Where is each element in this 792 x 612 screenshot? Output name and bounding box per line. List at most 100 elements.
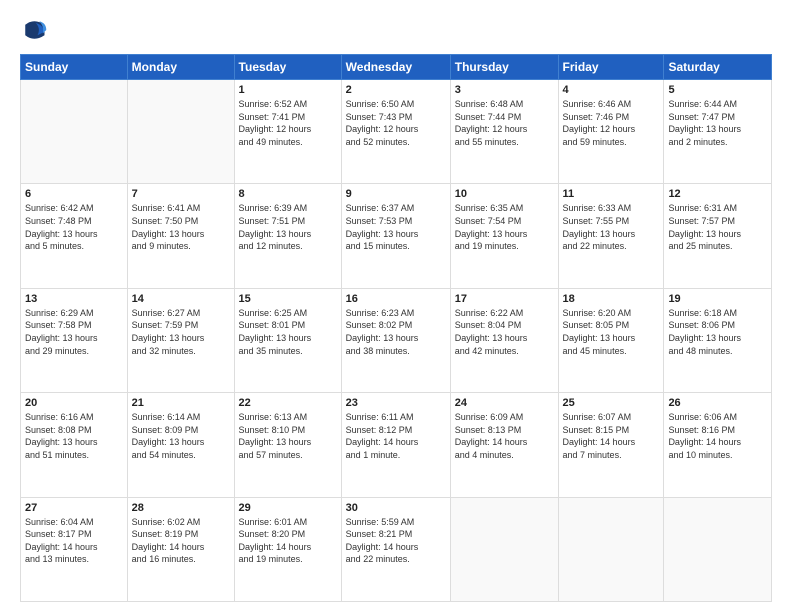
calendar-cell: 30 Sunrise: 5:59 AM Sunset: 8:21 PM Dayli… <box>341 497 450 601</box>
calendar-cell: 21 Sunrise: 6:14 AM Sunset: 8:09 PM Dayli… <box>127 393 234 497</box>
calendar-cell: 9 Sunrise: 6:37 AM Sunset: 7:53 PM Daylig… <box>341 184 450 288</box>
day-detail: Sunrise: 6:01 AM Sunset: 8:20 PM Dayligh… <box>239 516 337 566</box>
calendar-cell: 7 Sunrise: 6:41 AM Sunset: 7:50 PM Daylig… <box>127 184 234 288</box>
calendar-cell: 10 Sunrise: 6:35 AM Sunset: 7:54 PM Dayli… <box>450 184 558 288</box>
day-detail: Sunrise: 6:41 AM Sunset: 7:50 PM Dayligh… <box>132 202 230 252</box>
day-detail: Sunrise: 6:33 AM Sunset: 7:55 PM Dayligh… <box>563 202 660 252</box>
calendar-cell <box>664 497 772 601</box>
day-number: 24 <box>455 397 554 409</box>
day-number: 6 <box>25 188 123 200</box>
day-number: 19 <box>668 293 767 305</box>
day-detail: Sunrise: 6:20 AM Sunset: 8:05 PM Dayligh… <box>563 307 660 357</box>
calendar-cell: 26Sunrise: 6:06 AM Sunset: 8:16 PM Dayli… <box>664 393 772 497</box>
day-detail: Sunrise: 6:04 AM Sunset: 8:17 PM Dayligh… <box>25 516 123 566</box>
day-number: 25 <box>563 397 660 409</box>
calendar-cell: 14 Sunrise: 6:27 AM Sunset: 7:59 PM Dayli… <box>127 288 234 392</box>
day-detail: Sunrise: 6:23 AM Sunset: 8:02 PM Dayligh… <box>346 307 446 357</box>
day-number: 18 <box>563 293 660 305</box>
calendar-cell: 22 Sunrise: 6:13 AM Sunset: 8:10 PM Dayli… <box>234 393 341 497</box>
calendar-cell: 13 Sunrise: 6:29 AM Sunset: 7:58 PM Dayli… <box>21 288 128 392</box>
day-number: 10 <box>455 188 554 200</box>
day-number: 13 <box>25 293 123 305</box>
calendar-week-4: 20Sunrise: 6:16 AM Sunset: 8:08 PM Dayli… <box>21 393 772 497</box>
calendar-cell <box>450 497 558 601</box>
day-number: 15 <box>239 293 337 305</box>
calendar-cell: 12 Sunrise: 6:31 AM Sunset: 7:57 PM Dayli… <box>664 184 772 288</box>
calendar-cell: 25Sunrise: 6:07 AM Sunset: 8:15 PM Dayli… <box>558 393 664 497</box>
day-number: 21 <box>132 397 230 409</box>
day-number: 4 <box>563 84 660 96</box>
calendar-week-2: 6Sunrise: 6:42 AM Sunset: 7:48 PM Daylig… <box>21 184 772 288</box>
day-detail: Sunrise: 6:44 AM Sunset: 7:47 PM Dayligh… <box>668 98 767 148</box>
calendar-cell: 6Sunrise: 6:42 AM Sunset: 7:48 PM Daylig… <box>21 184 128 288</box>
calendar-week-5: 27 Sunrise: 6:04 AM Sunset: 8:17 PM Dayli… <box>21 497 772 601</box>
calendar-cell: 23 Sunrise: 6:11 AM Sunset: 8:12 PM Dayli… <box>341 393 450 497</box>
calendar-cell: 24 Sunrise: 6:09 AM Sunset: 8:13 PM Dayli… <box>450 393 558 497</box>
day-detail: Sunrise: 6:39 AM Sunset: 7:51 PM Dayligh… <box>239 202 337 252</box>
day-detail: Sunrise: 6:25 AM Sunset: 8:01 PM Dayligh… <box>239 307 337 357</box>
day-number: 23 <box>346 397 446 409</box>
weekday-header-tuesday: Tuesday <box>234 55 341 80</box>
day-detail: Sunrise: 6:27 AM Sunset: 7:59 PM Dayligh… <box>132 307 230 357</box>
calendar-cell: 20Sunrise: 6:16 AM Sunset: 8:08 PM Dayli… <box>21 393 128 497</box>
calendar-cell <box>21 80 128 184</box>
weekday-header-monday: Monday <box>127 55 234 80</box>
calendar-cell: 8Sunrise: 6:39 AM Sunset: 7:51 PM Daylig… <box>234 184 341 288</box>
day-detail: Sunrise: 6:50 AM Sunset: 7:43 PM Dayligh… <box>346 98 446 148</box>
calendar-cell: 17Sunrise: 6:22 AM Sunset: 8:04 PM Dayli… <box>450 288 558 392</box>
calendar-cell: 27 Sunrise: 6:04 AM Sunset: 8:17 PM Dayli… <box>21 497 128 601</box>
calendar-cell: 18 Sunrise: 6:20 AM Sunset: 8:05 PM Dayli… <box>558 288 664 392</box>
day-number: 22 <box>239 397 337 409</box>
day-number: 30 <box>346 502 446 514</box>
day-number: 5 <box>668 84 767 96</box>
day-detail: Sunrise: 6:31 AM Sunset: 7:57 PM Dayligh… <box>668 202 767 252</box>
day-number: 11 <box>563 188 660 200</box>
calendar-cell: 4Sunrise: 6:46 AM Sunset: 7:46 PM Daylig… <box>558 80 664 184</box>
day-number: 12 <box>668 188 767 200</box>
day-number: 20 <box>25 397 123 409</box>
weekday-header-saturday: Saturday <box>664 55 772 80</box>
weekday-header-friday: Friday <box>558 55 664 80</box>
calendar-cell: 16 Sunrise: 6:23 AM Sunset: 8:02 PM Dayli… <box>341 288 450 392</box>
calendar-week-3: 13 Sunrise: 6:29 AM Sunset: 7:58 PM Dayli… <box>21 288 772 392</box>
calendar-cell: 5 Sunrise: 6:44 AM Sunset: 7:47 PM Daylig… <box>664 80 772 184</box>
day-number: 9 <box>346 188 446 200</box>
day-number: 26 <box>668 397 767 409</box>
day-detail: Sunrise: 5:59 AM Sunset: 8:21 PM Dayligh… <box>346 516 446 566</box>
day-number: 14 <box>132 293 230 305</box>
day-number: 28 <box>132 502 230 514</box>
day-detail: Sunrise: 6:14 AM Sunset: 8:09 PM Dayligh… <box>132 411 230 461</box>
day-detail: Sunrise: 6:37 AM Sunset: 7:53 PM Dayligh… <box>346 202 446 252</box>
calendar-week-1: 1Sunrise: 6:52 AM Sunset: 7:41 PM Daylig… <box>21 80 772 184</box>
calendar-cell: 15 Sunrise: 6:25 AM Sunset: 8:01 PM Dayli… <box>234 288 341 392</box>
day-detail: Sunrise: 6:29 AM Sunset: 7:58 PM Dayligh… <box>25 307 123 357</box>
day-number: 7 <box>132 188 230 200</box>
day-detail: Sunrise: 6:18 AM Sunset: 8:06 PM Dayligh… <box>668 307 767 357</box>
calendar: SundayMondayTuesdayWednesdayThursdayFrid… <box>20 54 772 602</box>
day-detail: Sunrise: 6:09 AM Sunset: 8:13 PM Dayligh… <box>455 411 554 461</box>
calendar-cell: 28Sunrise: 6:02 AM Sunset: 8:19 PM Dayli… <box>127 497 234 601</box>
weekday-header-thursday: Thursday <box>450 55 558 80</box>
calendar-cell: 2Sunrise: 6:50 AM Sunset: 7:43 PM Daylig… <box>341 80 450 184</box>
calendar-cell: 1Sunrise: 6:52 AM Sunset: 7:41 PM Daylig… <box>234 80 341 184</box>
day-detail: Sunrise: 6:52 AM Sunset: 7:41 PM Dayligh… <box>239 98 337 148</box>
calendar-cell: 3Sunrise: 6:48 AM Sunset: 7:44 PM Daylig… <box>450 80 558 184</box>
calendar-body: 1Sunrise: 6:52 AM Sunset: 7:41 PM Daylig… <box>21 80 772 602</box>
logo-icon <box>20 16 48 44</box>
calendar-cell: 19 Sunrise: 6:18 AM Sunset: 8:06 PM Dayli… <box>664 288 772 392</box>
day-detail: Sunrise: 6:22 AM Sunset: 8:04 PM Dayligh… <box>455 307 554 357</box>
day-detail: Sunrise: 6:11 AM Sunset: 8:12 PM Dayligh… <box>346 411 446 461</box>
weekday-header-sunday: Sunday <box>21 55 128 80</box>
logo <box>20 16 52 44</box>
day-number: 29 <box>239 502 337 514</box>
day-number: 27 <box>25 502 123 514</box>
calendar-cell: 11 Sunrise: 6:33 AM Sunset: 7:55 PM Dayli… <box>558 184 664 288</box>
calendar-cell <box>127 80 234 184</box>
day-number: 16 <box>346 293 446 305</box>
calendar-cell: 29 Sunrise: 6:01 AM Sunset: 8:20 PM Dayli… <box>234 497 341 601</box>
calendar-cell <box>558 497 664 601</box>
day-detail: Sunrise: 6:13 AM Sunset: 8:10 PM Dayligh… <box>239 411 337 461</box>
day-detail: Sunrise: 6:35 AM Sunset: 7:54 PM Dayligh… <box>455 202 554 252</box>
weekday-header-row: SundayMondayTuesdayWednesdayThursdayFrid… <box>21 55 772 80</box>
page: SundayMondayTuesdayWednesdayThursdayFrid… <box>0 0 792 612</box>
